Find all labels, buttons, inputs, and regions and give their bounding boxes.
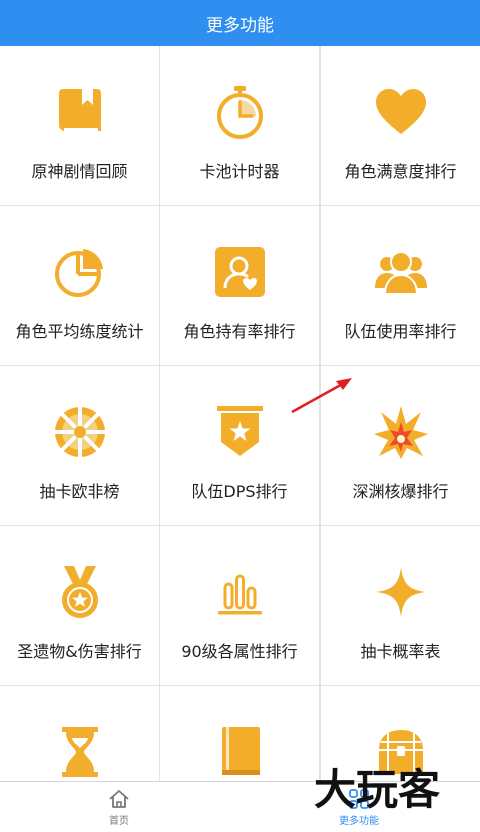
stopwatch-icon bbox=[212, 84, 268, 140]
nav-home[interactable]: 首页 bbox=[59, 782, 179, 832]
feature-label: 卡池计时器 bbox=[199, 162, 280, 181]
feature-label: 角色持有率排行 bbox=[183, 322, 296, 341]
top-bar: 更多功能 bbox=[0, 0, 480, 46]
notebook-icon bbox=[212, 724, 268, 780]
nav-more-label: 更多功能 bbox=[339, 816, 379, 827]
feature-label: 90级各属性排行 bbox=[181, 642, 298, 661]
feature-label: 深渊核爆排行 bbox=[352, 482, 449, 501]
watermark-logo: 大玩客 bbox=[314, 765, 440, 814]
feature-tile-partial-1[interactable] bbox=[0, 686, 159, 781]
feature-tile-team-usage-rank[interactable]: 队伍使用率排行 bbox=[321, 206, 480, 365]
wheel-icon bbox=[52, 404, 108, 460]
pie-chart-icon bbox=[52, 244, 108, 300]
nav-home-label: 首页 bbox=[109, 816, 129, 827]
feature-tile-story-review[interactable]: 原神剧情回顾 bbox=[0, 46, 159, 205]
feature-label: 抽卡概率表 bbox=[360, 642, 441, 661]
feature-tile-satisfaction-rank[interactable]: 角色满意度排行 bbox=[321, 46, 480, 205]
feature-label: 圣遗物&伤害排行 bbox=[17, 642, 142, 661]
sparkle-icon bbox=[373, 564, 429, 620]
user-card-icon bbox=[212, 244, 268, 300]
explosion-icon bbox=[373, 404, 429, 460]
heart-icon bbox=[373, 84, 429, 140]
feature-tile-gacha-luck-rank[interactable]: 抽卡欧非榜 bbox=[0, 366, 159, 525]
feature-label: 队伍使用率排行 bbox=[344, 322, 457, 341]
group-icon bbox=[373, 244, 429, 300]
feature-label: 原神剧情回顾 bbox=[31, 162, 128, 181]
feature-tile-avg-build-stats[interactable]: 角色平均练度统计 bbox=[0, 206, 159, 365]
feature-tile-ownership-rank[interactable]: 角色持有率排行 bbox=[160, 206, 319, 365]
bar-chart-icon bbox=[212, 564, 268, 620]
book-icon bbox=[52, 84, 108, 140]
feature-label: 角色平均练度统计 bbox=[15, 322, 144, 341]
feature-grid: 原神剧情回顾 卡池计时器 角色满意度排行 角色平均练度统计 角色持有率排行 队伍… bbox=[0, 46, 480, 781]
feature-label: 队伍DPS排行 bbox=[191, 482, 288, 501]
feature-tile-gacha-probability[interactable]: 抽卡概率表 bbox=[321, 526, 480, 685]
feature-tile-artifact-damage-rank[interactable]: 圣遗物&伤害排行 bbox=[0, 526, 159, 685]
home-icon bbox=[109, 790, 129, 808]
feature-tile-banner-timer[interactable]: 卡池计时器 bbox=[160, 46, 319, 205]
feature-label: 角色满意度排行 bbox=[344, 162, 457, 181]
page-title: 更多功能 bbox=[206, 15, 274, 36]
star-banner-icon bbox=[212, 404, 268, 460]
medal-icon bbox=[52, 564, 108, 620]
feature-label: 抽卡欧非榜 bbox=[39, 482, 120, 501]
annotation-arrow bbox=[291, 378, 352, 414]
feature-tile-lv90-stats-rank[interactable]: 90级各属性排行 bbox=[160, 526, 319, 685]
svg-text:大玩客: 大玩客 bbox=[314, 765, 440, 814]
feature-tile-partial-2[interactable] bbox=[160, 686, 319, 781]
hourglass-icon bbox=[52, 724, 108, 780]
